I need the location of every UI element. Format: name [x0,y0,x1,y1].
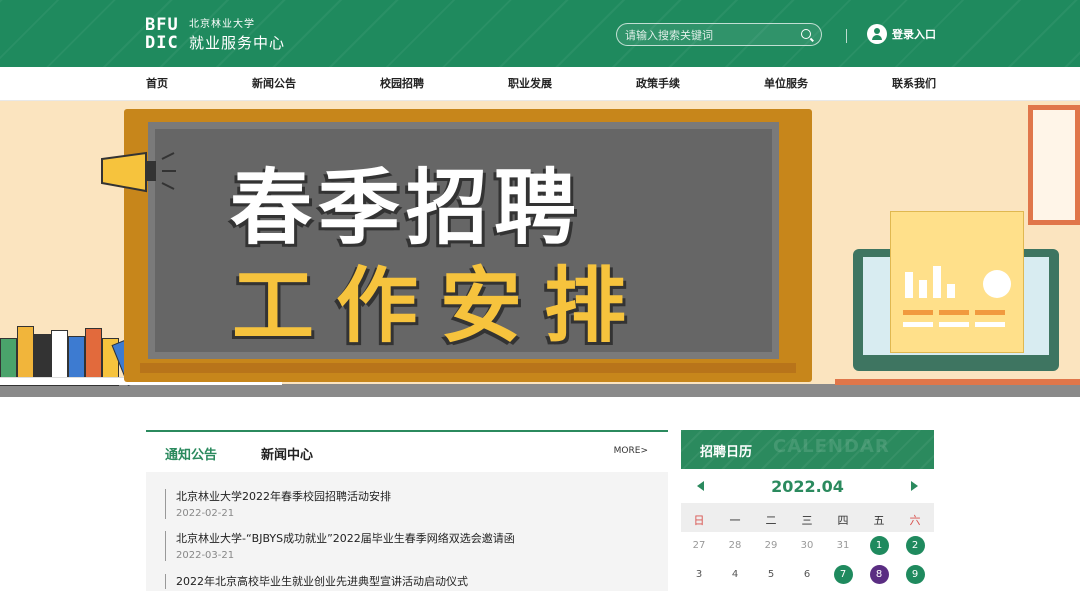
header-divider [846,29,847,43]
calendar-day[interactable]: 2 [897,536,933,556]
search-icon[interactable] [801,29,811,39]
news-date: 2022-03-21 [176,550,235,561]
nav-item-recruitment[interactable]: 校园招聘 [380,67,424,101]
calendar-day[interactable]: 29 [753,536,789,556]
user-icon [867,24,887,44]
calendar-weekdays: 日 一 二 三 四 五 六 [681,503,934,532]
more-link[interactable]: MORE> [614,446,648,456]
news-list: 北京林业大学2022年春季校园招聘活动安排 2022-02-21 北京林业大学-… [146,472,668,591]
news-date: 2022-02-21 [176,508,235,519]
calendar-day[interactable]: 5 [753,565,789,585]
calendar-day[interactable]: 1 [861,536,897,556]
search-input[interactable] [617,25,787,46]
login-button[interactable]: 登录入口 [867,24,936,44]
calendar-watermark: CALENDAR [773,436,890,457]
calendar-day[interactable]: 9 [897,565,933,585]
calendar-month: 2022.04 [771,477,844,496]
weekday-label: 五 [873,514,885,527]
calendar-day[interactable]: 4 [717,565,753,585]
tab-news-center[interactable]: 新闻中心 [261,444,313,463]
document-illustration [890,211,1024,353]
nav-item-contact[interactable]: 联系我们 [892,67,936,101]
login-label: 登录入口 [892,28,936,41]
news-item[interactable]: 北京林业大学-“BJBYS成功就业”2022届毕业生春季网络双选会邀请函 202… [165,531,515,561]
banner-subheadline: 工作安排 [232,259,649,354]
weekday-label: 三 [801,514,813,527]
calendar-day[interactable]: 31 [825,536,861,556]
news-item[interactable]: 北京林业大学2022年春季校园招聘活动安排 2022-02-21 [165,489,391,519]
window-illustration [1028,105,1080,225]
calendar-day[interactable]: 6 [789,565,825,585]
weekday-label: 日 [693,514,705,527]
logo-mark: BFU DIC [145,15,179,53]
calendar-day[interactable]: 28 [717,536,753,556]
calendar-day[interactable]: 27 [681,536,717,556]
tab-notices[interactable]: 通知公告 [165,444,217,463]
recruitment-calendar: CALENDAR 招聘日历 2022.04 日 一 二 三 四 五 六 27 28… [681,430,934,589]
calendar-title: 招聘日历 [700,445,753,460]
next-month-icon[interactable] [911,481,918,491]
search-box [616,23,822,46]
news-item[interactable]: 2022年北京高校毕业生就业创业先进典型宣讲活动启动仪式 [165,574,468,589]
calendar-day[interactable]: 3 [681,565,717,585]
site-logo[interactable]: BFU DIC 北京林业大学 就业服务中心 [145,14,285,54]
nav-item-career[interactable]: 职业发展 [508,67,552,101]
news-title[interactable]: 北京林业大学2022年春季校园招聘活动安排 [176,489,391,504]
banner-carousel[interactable]: 春季招聘 工作安排 [0,101,1080,397]
calendar-day[interactable]: 7 [825,565,861,585]
calendar-day[interactable]: 8 [861,565,897,585]
weekday-label: 六 [909,514,921,527]
main-nav: 首页 新闻公告 校园招聘 职业发展 政策手续 单位服务 联系我们 [0,67,1080,101]
news-title[interactable]: 2022年北京高校毕业生就业创业先进典型宣讲活动启动仪式 [176,574,468,589]
nav-item-employer[interactable]: 单位服务 [764,67,808,101]
megaphone-icon [101,151,176,193]
center-name: 就业服务中心 [189,34,286,52]
weekday-label: 二 [765,514,777,527]
weekday-label: 四 [837,514,849,527]
news-panel: 通知公告 新闻中心 MORE> 北京林业大学2022年春季校园招聘活动安排 20… [146,430,668,591]
weekday-label: 一 [729,514,741,527]
nav-item-news[interactable]: 新闻公告 [252,67,296,101]
calendar-day[interactable]: 30 [789,536,825,556]
university-name: 北京林业大学 [189,19,255,30]
nav-item-policy[interactable]: 政策手续 [636,67,680,101]
news-title[interactable]: 北京林业大学-“BJBYS成功就业”2022届毕业生春季网络双选会邀请函 [176,531,515,546]
nav-item-home[interactable]: 首页 [146,67,168,101]
site-header: BFU DIC 北京林业大学 就业服务中心 登录入口 [0,0,1080,67]
